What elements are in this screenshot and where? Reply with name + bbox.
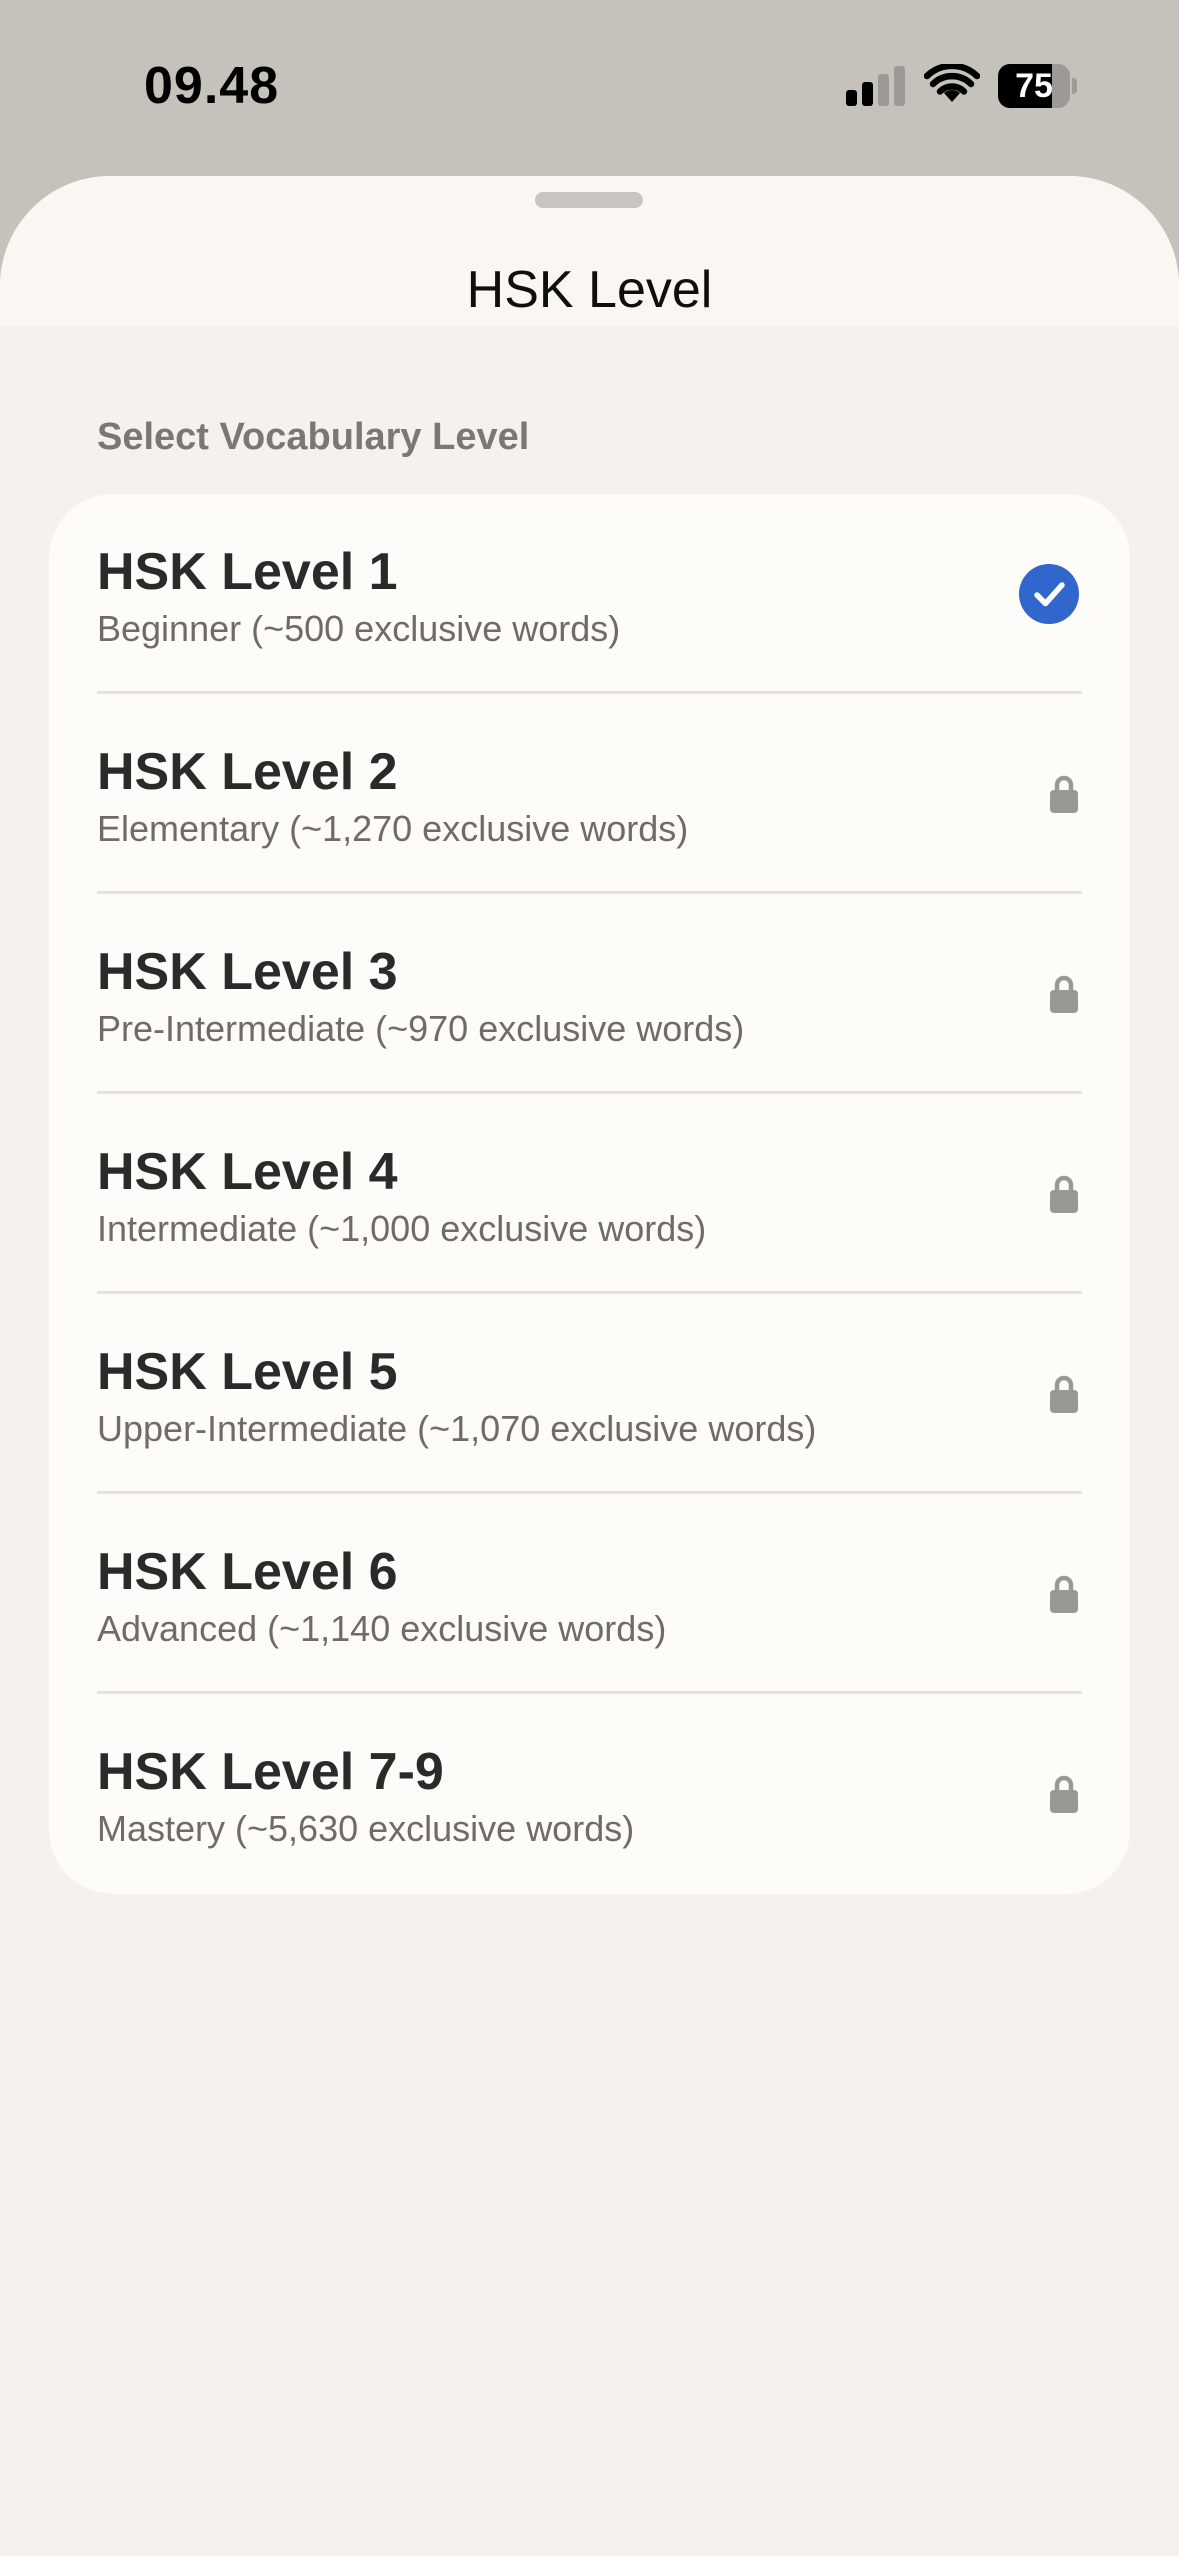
section-label: Select Vocabulary Level [97, 416, 530, 458]
level-title: HSK Level 2 [97, 743, 398, 801]
lock-icon [1050, 1375, 1078, 1413]
level-description: Upper-Intermediate (~1,070 exclusive wor… [97, 1408, 817, 1449]
level-description: Elementary (~1,270 exclusive words) [97, 808, 689, 849]
lock-icon [1050, 1775, 1078, 1813]
lock-icon [1050, 1175, 1078, 1213]
bottom-sheet: HSK Level Select Vocabulary Level HSK Le… [0, 176, 1179, 2556]
level-row-3[interactable]: HSK Level 3 Pre-Intermediate (~970 exclu… [49, 894, 1130, 1094]
lock-icon [1050, 775, 1078, 813]
lock-icon [1050, 1575, 1078, 1613]
checkmark-circle-icon [1019, 564, 1079, 624]
level-row-1[interactable]: HSK Level 1 Beginner (~500 exclusive wor… [49, 494, 1130, 694]
level-row-2[interactable]: HSK Level 2 Elementary (~1,270 exclusive… [49, 694, 1130, 894]
level-row-7[interactable]: HSK Level 7-9 Mastery (~5,630 exclusive … [49, 1694, 1130, 1894]
level-row-6[interactable]: HSK Level 6 Advanced (~1,140 exclusive w… [49, 1494, 1130, 1694]
level-description: Mastery (~5,630 exclusive words) [97, 1808, 635, 1849]
level-title: HSK Level 4 [97, 1143, 398, 1201]
lock-icon [1050, 975, 1078, 1013]
level-description: Pre-Intermediate (~970 exclusive words) [97, 1008, 745, 1049]
level-title: HSK Level 3 [97, 943, 398, 1001]
level-list-card: HSK Level 1 Beginner (~500 exclusive wor… [49, 494, 1130, 1894]
status-bar: 09.48 75 [0, 0, 1179, 176]
cellular-signal-icon [846, 66, 905, 106]
level-row-5[interactable]: HSK Level 5 Upper-Intermediate (~1,070 e… [49, 1294, 1130, 1494]
level-title: HSK Level 1 [97, 543, 398, 601]
battery-body: 75 [998, 64, 1070, 108]
status-time: 09.48 [144, 57, 280, 115]
wifi-icon [924, 64, 980, 102]
level-title: HSK Level 6 [97, 1543, 398, 1601]
battery-tip [1072, 78, 1077, 94]
sheet-header: HSK Level [0, 176, 1179, 326]
level-description: Intermediate (~1,000 exclusive words) [97, 1208, 707, 1249]
sheet-grabber-handle[interactable] [535, 192, 643, 208]
battery-indicator: 75 [998, 64, 1078, 108]
level-title: HSK Level 7-9 [97, 1743, 444, 1801]
battery-percentage: 75 [1015, 67, 1053, 105]
level-description: Advanced (~1,140 exclusive words) [97, 1608, 667, 1649]
level-row-4[interactable]: HSK Level 4 Intermediate (~1,000 exclusi… [49, 1094, 1130, 1294]
level-title: HSK Level 5 [97, 1343, 398, 1401]
sheet-title: HSK Level [466, 261, 713, 319]
level-description: Beginner (~500 exclusive words) [97, 608, 621, 649]
